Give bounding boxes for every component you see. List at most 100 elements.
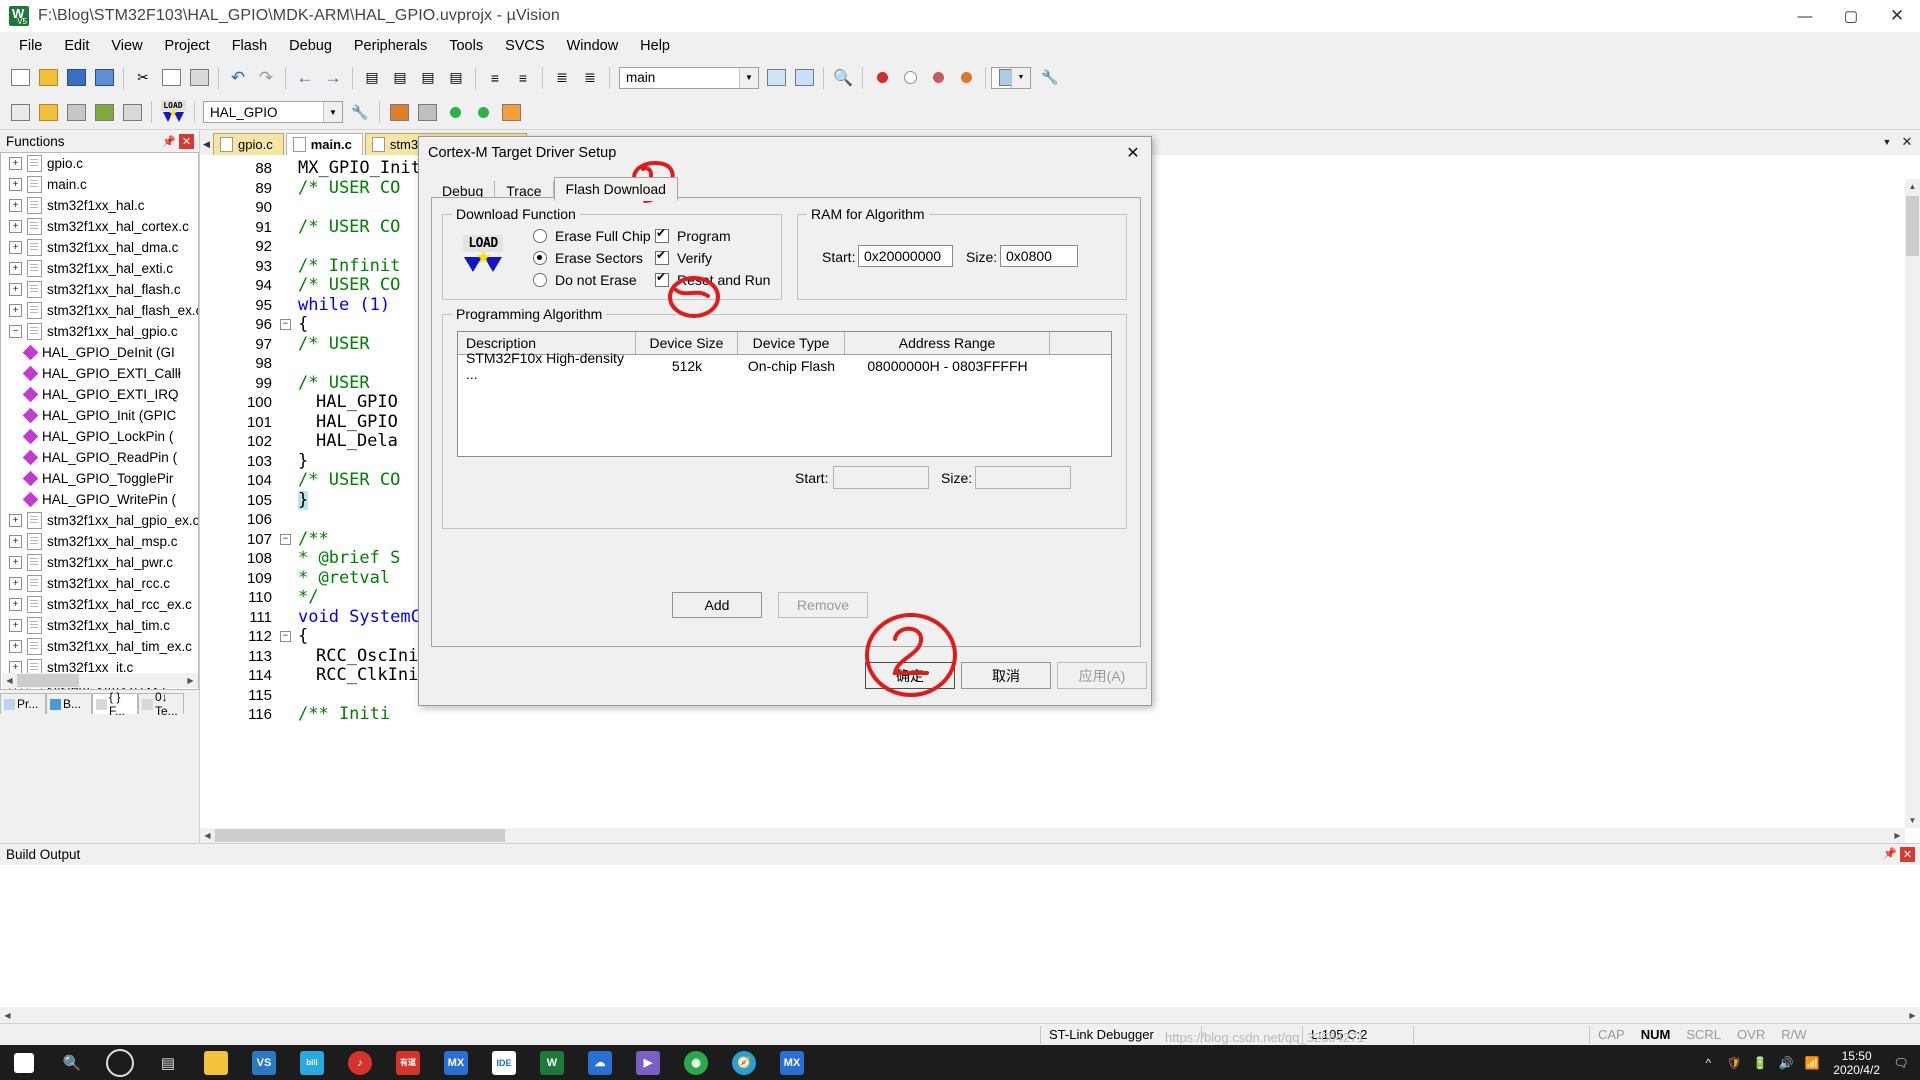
expand-icon[interactable]: + — [9, 157, 22, 170]
checkbox-verify[interactable]: Verify — [655, 248, 712, 266]
code-fold-icon[interactable]: − — [280, 631, 291, 642]
start-button[interactable] — [0, 1045, 48, 1080]
expand-icon[interactable]: + — [9, 535, 22, 548]
tree-function-item[interactable]: HAL_GPIO_WritePin ( — [1, 489, 198, 510]
editor-tab-close-icon[interactable]: ✕ — [1898, 133, 1916, 151]
tree-file-item[interactable]: − stm32f1xx_hal_gpio.c — [1, 321, 198, 342]
close-icon[interactable]: ✕ — [179, 134, 194, 149]
tree-file-item[interactable]: + stm32f1xx_hal_flash.c — [1, 279, 198, 300]
menu-svcs[interactable]: SVCS — [494, 35, 556, 57]
bookmark-prev-icon[interactable]: ▤ — [415, 65, 441, 91]
project-chevron-icon[interactable]: ▼ — [323, 102, 342, 122]
hscroll-thumb[interactable] — [215, 829, 505, 842]
scroll-right-icon[interactable]: ▶ — [183, 673, 198, 688]
scroll-up-icon[interactable]: ▲ — [1905, 179, 1920, 194]
menu-debug[interactable]: Debug — [278, 35, 343, 57]
paste-icon[interactable] — [186, 65, 212, 91]
multi-project-icon[interactable] — [442, 99, 468, 125]
save-all-icon[interactable] — [91, 65, 117, 91]
col-device-size[interactable]: Device Size — [636, 332, 738, 354]
functions-tree[interactable]: + gpio.c + main.c + stm32f1xx_hal.c + stm32f1xx… — [0, 152, 199, 690]
radio-erase-sectors-input[interactable] — [533, 251, 547, 265]
build-output-content[interactable] — [0, 865, 1920, 1001]
translate-icon[interactable] — [7, 99, 33, 125]
menu-project[interactable]: Project — [154, 35, 221, 57]
uncomment-icon[interactable]: ≣ — [577, 65, 603, 91]
tree-function-item[interactable]: HAL_GPIO_ReadPin ( — [1, 447, 198, 468]
col-device-type[interactable]: Device Type — [738, 332, 845, 354]
visual-studio-icon[interactable]: W — [528, 1045, 576, 1080]
nav-back-icon[interactable]: ← — [292, 65, 318, 91]
scroll-left-icon[interactable]: ◀ — [2, 673, 17, 688]
tree-function-item[interactable]: HAL_GPIO_DeInit (GI — [1, 342, 198, 363]
tree-function-item[interactable]: HAL_GPIO_EXTI_Callł — [1, 363, 198, 384]
expand-icon[interactable]: + — [9, 598, 22, 611]
tree-file-item[interactable]: + stm32f1xx_hal.c — [1, 195, 198, 216]
task-view-icon[interactable]: ▤ — [144, 1045, 192, 1080]
tree-file-item[interactable]: + stm32f1xx_hal_flash_ex.c — [1, 300, 198, 321]
editor-horizontal-scrollbar[interactable]: ◀ ▶ — [200, 828, 1905, 843]
file-explorer-icon[interactable] — [192, 1045, 240, 1080]
expand-icon[interactable]: + — [9, 178, 22, 191]
manage-components-icon[interactable] — [386, 99, 412, 125]
network-icon[interactable]: 📶 — [1799, 1045, 1825, 1080]
left-panel-tab-2[interactable]: { } F... — [92, 690, 138, 718]
editor-tab-gpio-c[interactable]: gpio.c — [213, 133, 284, 155]
add-button[interactable]: Add — [672, 592, 762, 618]
debug-record-icon[interactable] — [869, 65, 895, 91]
tree-file-item[interactable]: + stm32f1xx_hal_msp.c — [1, 531, 198, 552]
volume-icon[interactable]: 🔊 — [1773, 1045, 1799, 1080]
minimize-button[interactable]: — — [1782, 0, 1828, 32]
checkbox-program[interactable]: Program — [655, 226, 731, 244]
col-extra[interactable] — [1050, 332, 1111, 354]
radio-do-not-erase-input[interactable] — [533, 273, 547, 287]
tree-function-item[interactable]: HAL_GPIO_EXTI_IRQ — [1, 384, 198, 405]
radio-erase-full-chip-input[interactable] — [533, 229, 547, 243]
menu-file[interactable]: File — [8, 35, 53, 57]
left-panel-tabs[interactable]: Pr... B... { } F... 0↓ Te... — [0, 690, 199, 718]
cut-icon[interactable]: ✂ — [130, 65, 156, 91]
mx2-icon[interactable]: MX — [768, 1045, 816, 1080]
tray-expand-icon[interactable]: ^ — [1695, 1045, 1721, 1080]
symbol-combo[interactable]: main ▼ — [619, 66, 759, 89]
radio-erase-full-chip[interactable]: Erase Full Chip — [533, 228, 651, 244]
code-fold-icon[interactable]: − — [280, 319, 291, 330]
algorithm-table[interactable]: Description Device Size Device Type Addr… — [457, 331, 1112, 457]
editor-tab-main-c[interactable]: main.c — [285, 133, 363, 155]
vscode-icon[interactable]: VS — [240, 1045, 288, 1080]
vscroll-thumb[interactable] — [1906, 196, 1919, 256]
window-layout-combo[interactable]: ▼ — [991, 66, 1031, 89]
build-icon[interactable] — [35, 99, 61, 125]
debug-stop-icon[interactable] — [897, 65, 923, 91]
tab-flash-download[interactable]: Flash Download — [553, 177, 678, 201]
code-fold-icon[interactable]: − — [280, 533, 291, 545]
tree-function-item[interactable]: HAL_GPIO_LockPin ( — [1, 426, 198, 447]
menu-edit[interactable]: Edit — [53, 35, 100, 57]
tree-file-item[interactable]: + stm32f1xx_hal_rcc_ex.c — [1, 594, 198, 615]
radio-erase-sectors[interactable]: Erase Sectors — [533, 250, 643, 266]
youdao-icon[interactable]: 有道 — [384, 1045, 432, 1080]
mx-icon[interactable]: MX — [432, 1045, 480, 1080]
close-icon[interactable]: ✕ — [1900, 847, 1915, 862]
expand-icon[interactable]: + — [9, 199, 22, 212]
target-select-icon[interactable] — [470, 99, 496, 125]
pin-icon[interactable]: 📌 — [162, 134, 176, 148]
nav-forward-icon[interactable]: → — [320, 65, 346, 91]
scroll-right-icon[interactable]: ▶ — [1905, 1007, 1920, 1023]
tree-function-item[interactable]: HAL_GPIO_Init (GPIC — [1, 405, 198, 426]
indent-icon[interactable]: ≡ — [482, 65, 508, 91]
tree-horizontal-scrollbar[interactable]: ◀ ▶ — [2, 673, 198, 688]
editor-tab-list-icon[interactable]: ▼ — [1878, 133, 1896, 151]
notifications-icon[interactable]: 🗨 — [1888, 1045, 1914, 1080]
maximize-button[interactable]: ▢ — [1828, 0, 1874, 32]
cancel-button[interactable]: 取消 — [961, 662, 1051, 689]
radio-do-not-erase[interactable]: Do not Erase — [533, 272, 637, 288]
ok-button[interactable]: 确定 — [865, 662, 955, 689]
apply-button[interactable]: 应用(A) — [1057, 662, 1147, 689]
menu-help[interactable]: Help — [629, 35, 681, 57]
expand-icon[interactable]: + — [9, 283, 22, 296]
ide-icon[interactable]: IDE — [480, 1045, 528, 1080]
chrome-icon[interactable]: ◉ — [672, 1045, 720, 1080]
scroll-right-icon[interactable]: ▶ — [1890, 828, 1905, 843]
pin-icon[interactable]: 📌 — [1883, 847, 1897, 860]
